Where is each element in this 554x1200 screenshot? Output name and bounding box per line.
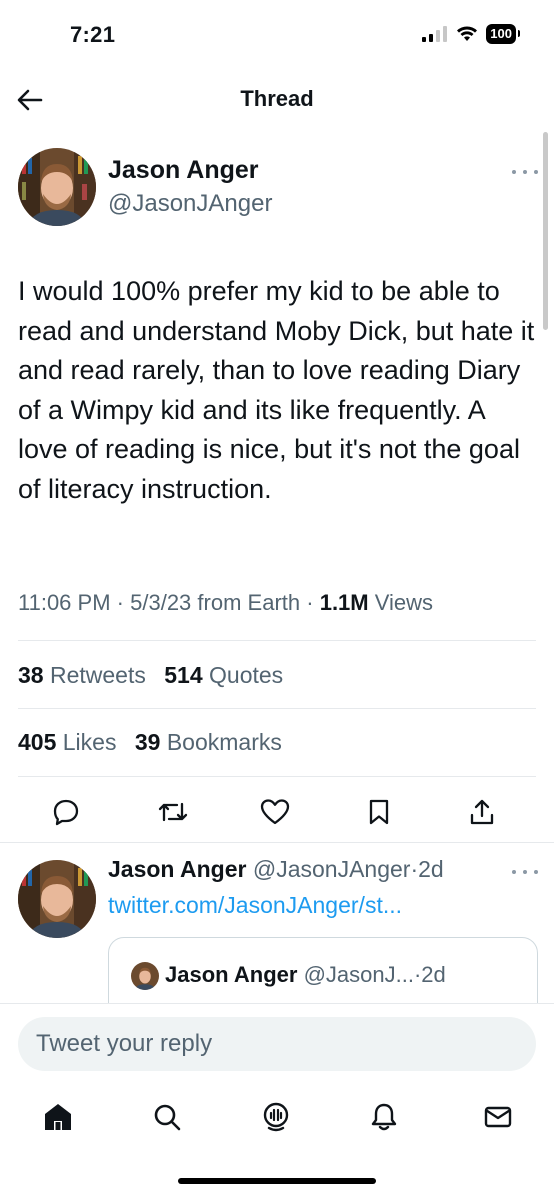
heart-icon [260, 799, 290, 825]
bookmark-button[interactable] [363, 796, 395, 828]
home-indicator[interactable] [178, 1178, 376, 1184]
reply-author-avatar[interactable] [18, 860, 96, 938]
reply-icon [53, 799, 79, 826]
home-icon [45, 1104, 71, 1130]
quote-age: 2d [421, 962, 446, 987]
status-time: 7:21 [70, 22, 116, 47]
author-avatar[interactable] [18, 148, 96, 226]
bell-icon [371, 1103, 397, 1131]
reply-age: 2d [418, 856, 444, 882]
retweet-icon [158, 802, 188, 822]
bookmarks-stat[interactable]: 39 Bookmarks [135, 729, 282, 755]
quote-header: Jason Anger @JasonJ...·2d [165, 962, 446, 987]
tweet-source: from Earth [197, 590, 301, 615]
stats-row-2: 405 Likes 39 Bookmarks [18, 729, 294, 756]
reply-input[interactable]: Tweet your reply [18, 1017, 536, 1071]
tweet-text: I would 100% prefer my kid to be able to… [18, 276, 535, 504]
more-icon[interactable] [512, 168, 538, 176]
author-handle[interactable]: @JasonJAnger [108, 190, 272, 218]
share-icon [470, 799, 494, 825]
tab-spaces[interactable] [259, 1100, 293, 1134]
quote-author-avatar [131, 962, 159, 990]
divider [18, 708, 536, 709]
status-bar: 7:21 100 [0, 0, 554, 72]
reply-button[interactable] [50, 796, 82, 828]
stats-row-1: 38 Retweets 514 Quotes [18, 662, 295, 689]
tab-home[interactable] [41, 1100, 75, 1134]
avatar-photo [131, 962, 159, 990]
views-label[interactable]: Views [375, 590, 433, 615]
divider [18, 640, 536, 641]
views-count: 1.1M [319, 590, 369, 615]
like-button[interactable] [259, 796, 291, 828]
more-icon[interactable] [512, 868, 538, 876]
avatar-photo [18, 860, 96, 938]
scrollbar[interactable] [543, 132, 548, 330]
divider [18, 776, 536, 777]
wifi-icon [457, 26, 478, 41]
tab-messages[interactable] [481, 1100, 515, 1134]
quote-author-handle: @JasonJ... [303, 962, 414, 987]
quote-author-name: Jason Anger [165, 962, 298, 987]
share-button[interactable] [466, 796, 498, 828]
avatar-photo [18, 148, 96, 226]
status-icons: 100 [422, 24, 520, 44]
search-icon [154, 1104, 181, 1131]
reply-link[interactable]: twitter.com/JasonJAnger/st... [108, 892, 402, 919]
tweet-date: 5/3/23 [130, 590, 192, 615]
likes-stat[interactable]: 405 Likes [18, 729, 116, 755]
retweet-button[interactable] [157, 796, 189, 828]
tab-bar [0, 1090, 554, 1142]
tweet-meta: 11:06 PM · 5/3/23 from Earth · 1.1M View… [18, 590, 434, 615]
battery-indicator: 100 [486, 24, 520, 44]
reply-header: Jason Anger @JasonJAnger·2d [108, 856, 444, 882]
action-bar [0, 790, 554, 834]
author-name[interactable]: Jason Anger [108, 156, 259, 185]
retweets-stat[interactable]: 38 Retweets [18, 662, 146, 688]
nav-bar: Thread [0, 72, 554, 128]
tweet-time: 11:06 PM [18, 590, 111, 615]
divider [0, 842, 554, 843]
bookmark-icon [369, 799, 389, 825]
signal-icon [422, 26, 448, 42]
reply-author-handle[interactable]: @JasonJAnger [253, 856, 411, 882]
tab-notifications[interactable] [367, 1100, 401, 1134]
mail-icon [484, 1106, 512, 1128]
spaces-icon [263, 1102, 289, 1132]
tab-search[interactable] [150, 1100, 184, 1134]
reply-author-name[interactable]: Jason Anger [108, 856, 246, 882]
page-title: Thread [240, 86, 314, 111]
quotes-stat[interactable]: 514 Quotes [164, 662, 283, 688]
